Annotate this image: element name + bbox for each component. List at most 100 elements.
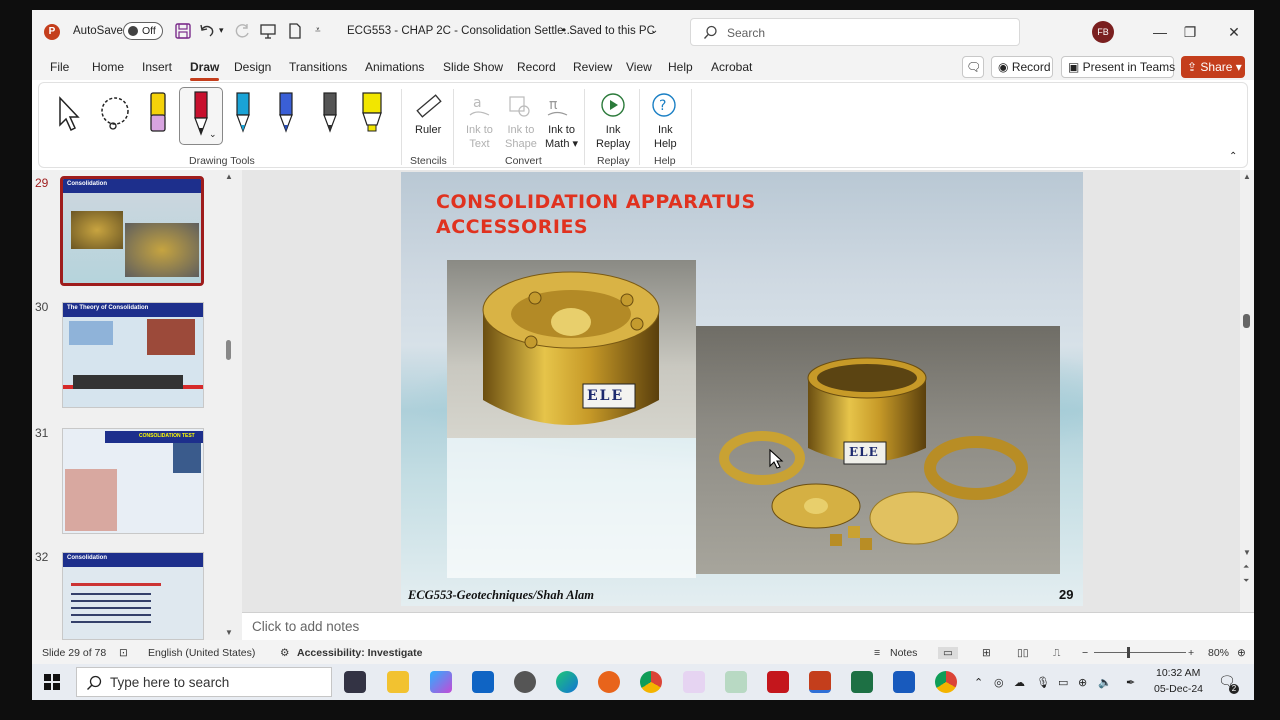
eraser-icon[interactable]	[147, 91, 169, 137]
network-icon[interactable]: ⊕	[1078, 676, 1087, 689]
word-icon[interactable]	[893, 671, 915, 693]
reading-view-icon[interactable]: ▯▯	[1017, 647, 1029, 659]
ink-help-label[interactable]: Ink Help	[654, 123, 677, 151]
ink-replay-icon[interactable]	[599, 91, 627, 119]
slide-title[interactable]: CONSOLIDATION APPARATUS ACCESSORIES	[436, 190, 756, 240]
slide-count[interactable]: Slide 29 of 78	[42, 647, 106, 659]
select-pointer-icon[interactable]	[55, 95, 85, 133]
firefox-icon[interactable]	[598, 671, 620, 693]
slide-thumbnail-30[interactable]: The Theory of Consolidation	[62, 302, 204, 408]
comments-button[interactable]: 🗨	[962, 56, 984, 78]
ruler-icon[interactable]	[414, 91, 444, 121]
tab-design[interactable]: Design	[234, 60, 271, 74]
battery-icon[interactable]: ▭	[1058, 676, 1068, 689]
pencil-icon[interactable]	[319, 91, 341, 137]
restore-icon[interactable]: ❐	[1175, 20, 1205, 44]
tab-slide-show[interactable]: Slide Show	[443, 60, 503, 74]
collapse-ribbon-icon[interactable]: ⌃	[1229, 151, 1237, 162]
zoom-in-icon[interactable]: +	[1188, 647, 1194, 659]
tab-acrobat[interactable]: Acrobat	[711, 60, 752, 74]
thumbnail-scrollbar[interactable]	[226, 340, 231, 360]
slide-canvas[interactable]: CONSOLIDATION APPARATUS ACCESSORIES ELE	[401, 172, 1083, 606]
taskbar-search[interactable]: Type here to search	[76, 667, 332, 697]
zoom-level[interactable]: 80%	[1208, 647, 1229, 659]
clock-date[interactable]: 05-Dec-24	[1154, 683, 1203, 695]
ink-help-icon[interactable]: ?	[650, 91, 678, 119]
pen-red-selected[interactable]: ⌄	[179, 87, 223, 145]
tray-icon[interactable]: ◎	[994, 676, 1004, 689]
tab-review[interactable]: Review	[573, 60, 612, 74]
share-button[interactable]: ⇪ Share ▾	[1181, 56, 1245, 78]
accessibility-status[interactable]: Accessibility: Investigate	[297, 647, 422, 659]
chrome-icon[interactable]	[640, 671, 662, 693]
tab-insert[interactable]: Insert	[142, 60, 172, 74]
task-view-icon[interactable]	[344, 671, 366, 693]
save-status[interactable]: • Saved to this PC	[562, 25, 655, 37]
notes-icon[interactable]: ≡	[874, 647, 880, 659]
redo-icon[interactable]	[233, 22, 251, 40]
tab-record[interactable]: Record	[517, 60, 556, 74]
next-slide-icon[interactable]: ⏷	[1243, 576, 1249, 586]
scroll-up-icon[interactable]: ▲	[225, 172, 233, 181]
windows-start-icon[interactable]	[44, 674, 60, 690]
spelling-icon[interactable]: ⊡	[119, 647, 128, 659]
new-file-icon[interactable]	[286, 22, 304, 40]
app-icon[interactable]	[683, 671, 705, 693]
previous-slide-icon[interactable]: ⏶	[1243, 562, 1249, 572]
slide-thumbnail-31[interactable]: CONSOLIDATION TEST	[62, 428, 204, 534]
ink-to-math-icon[interactable]: π	[545, 93, 571, 119]
autosave-toggle[interactable]: Off	[123, 22, 163, 40]
search-input[interactable]: Search	[690, 18, 1020, 46]
edge-icon[interactable]	[556, 671, 578, 693]
minimize-icon[interactable]: —	[1145, 20, 1175, 44]
zoom-slider-thumb[interactable]	[1127, 647, 1130, 658]
slideshow-icon[interactable]: ⎍	[1053, 647, 1060, 660]
scroll-down-icon[interactable]: ▼	[1243, 548, 1251, 557]
slide-thumbnail-32[interactable]: Consolidation	[62, 552, 204, 640]
microphone-icon[interactable]: 🎙	[1036, 676, 1050, 689]
copilot-icon[interactable]	[430, 671, 452, 693]
tray-overflow-icon[interactable]: ⌃	[974, 676, 983, 689]
file-explorer-icon[interactable]	[387, 671, 409, 693]
accessibility-icon[interactable]: ⚙	[280, 647, 289, 659]
excel-icon[interactable]	[851, 671, 873, 693]
volume-icon[interactable]: 🔈	[1098, 676, 1112, 689]
close-icon[interactable]: ✕	[1219, 20, 1249, 44]
user-avatar[interactable]: FB	[1092, 21, 1114, 43]
notes-pane[interactable]: Click to add notes	[242, 612, 1254, 640]
acrobat-icon[interactable]	[767, 671, 789, 693]
save-icon[interactable]	[174, 22, 192, 40]
tab-file[interactable]: File	[50, 60, 69, 74]
tab-help[interactable]: Help	[668, 60, 693, 74]
tray-icon[interactable]: ☁	[1014, 676, 1025, 689]
scroll-thumb[interactable]	[1243, 314, 1250, 328]
clock-time[interactable]: 10:32 AM	[1156, 667, 1200, 679]
slide-sorter-icon[interactable]: ⊞	[982, 647, 991, 659]
pen-tray-icon[interactable]: ✒	[1126, 676, 1135, 689]
scroll-down-icon[interactable]: ▼	[225, 628, 233, 637]
chrome-icon[interactable]	[935, 671, 957, 693]
undo-icon[interactable]	[198, 22, 216, 40]
outlook-icon[interactable]	[472, 671, 494, 693]
scroll-up-icon[interactable]: ▲	[1243, 172, 1251, 181]
ink-to-math-label[interactable]: Ink to Math ▾	[545, 123, 578, 151]
lasso-select-icon[interactable]	[95, 95, 135, 135]
editor-scrollbar[interactable]: ▲ ▼ ⏶ ⏷	[1240, 170, 1254, 612]
tab-home[interactable]: Home	[92, 60, 124, 74]
zoom-slider[interactable]	[1094, 652, 1186, 653]
notes-button[interactable]: Notes	[890, 647, 917, 659]
record-button[interactable]: ◉ Record	[991, 56, 1053, 78]
slide-thumbnail-29[interactable]: Consolidation	[60, 176, 204, 286]
undo-dropdown-icon[interactable]: ▾	[219, 25, 224, 36]
ink-replay-label[interactable]: Ink Replay	[596, 123, 630, 151]
ruler-label[interactable]: Ruler	[415, 123, 441, 137]
tab-transitions[interactable]: Transitions	[289, 60, 347, 74]
zoom-out-icon[interactable]: −	[1082, 647, 1088, 659]
chevron-down-icon[interactable]: ⌄	[209, 129, 217, 140]
pen-blue-icon[interactable]	[232, 91, 254, 137]
pen-galaxy-icon[interactable]	[275, 91, 297, 137]
normal-view-icon[interactable]: ▭	[938, 647, 958, 659]
powerpoint-taskbar-icon[interactable]	[809, 671, 831, 693]
customize-toolbar-icon[interactable]: ⩡	[315, 25, 321, 36]
language-label[interactable]: English (United States)	[148, 647, 255, 659]
